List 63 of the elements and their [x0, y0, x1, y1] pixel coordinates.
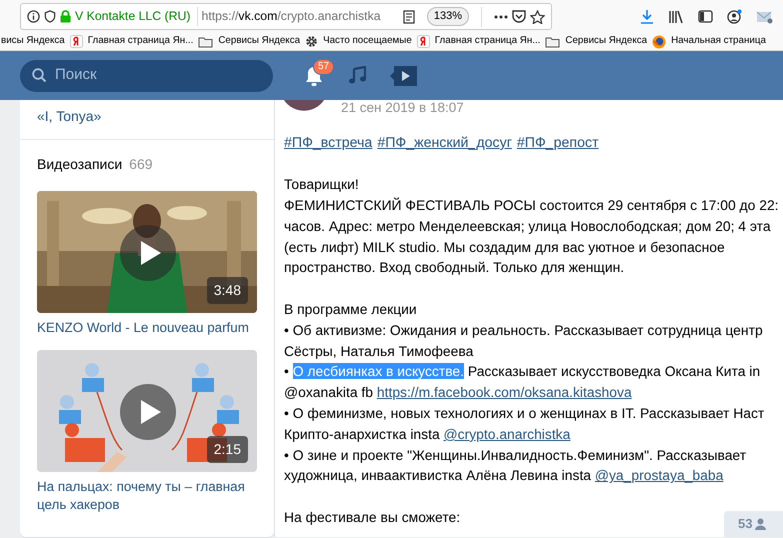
- mail-icon[interactable]: [756, 10, 773, 24]
- post-text-line: @oxanakita fb https://m.facebook.com/oksana.kitashova: [284, 383, 632, 402]
- post-text-line: (есть лифт) MILK studio. Мы создадим для вас уютное и безопасное: [284, 238, 725, 257]
- bookmark-item[interactable]: Главная страница Ян...: [70, 34, 194, 49]
- search-placeholder: Поиск: [55, 65, 97, 86]
- bookmark-item[interactable]: Сервисы Яндекса: [545, 34, 648, 49]
- post-text-line: пространство. Вход свободный. Только для женщин.: [284, 258, 624, 278]
- address-bar[interactable]: V Kontakte LLC (RU) https://vk.com/crypto.anarchistka 133%: [20, 3, 552, 30]
- pocket-icon[interactable]: [512, 10, 526, 23]
- post-text-line: Товарищки!: [284, 175, 359, 194]
- hashtag-link[interactable]: #ПФ_женский_досуг: [377, 133, 512, 154]
- bookmark-item[interactable]: Сервисы Яндекса: [198, 34, 300, 49]
- hashtag-link[interactable]: #ПФ_встреча: [284, 133, 372, 154]
- lock-icon: [60, 10, 71, 23]
- video-play-icon[interactable]: [390, 64, 417, 86]
- post-text-line: Крипто-анархистка insta @crypto.anarchistka: [284, 424, 570, 444]
- video-duration: 3:48: [206, 277, 248, 304]
- sidebar-icon[interactable]: [698, 10, 713, 23]
- play-icon: [141, 400, 161, 424]
- person-icon: [755, 518, 766, 530]
- post-text-line: На фестивале вы сможете:: [284, 508, 460, 528]
- folder-icon: [198, 36, 214, 48]
- notification-count-badge: 57: [313, 58, 334, 74]
- site-identity[interactable]: V Kontakte LLC (RU): [75, 7, 198, 26]
- download-icon[interactable]: [640, 9, 654, 24]
- account-icon[interactable]: [727, 9, 742, 24]
- text-link[interactable]: @ya_prostaya_baba: [594, 467, 724, 484]
- section-title: Видеозаписи: [37, 155, 122, 174]
- play-icon: [141, 241, 161, 265]
- globe-icon: [652, 34, 666, 48]
- bookmark-item[interactable]: Начальная страница: [652, 34, 766, 49]
- more-icon[interactable]: [494, 14, 508, 18]
- text-link[interactable]: https://m.facebook.com/oksana.kitashova: [376, 384, 632, 400]
- video-count: 669: [129, 155, 153, 174]
- zoom-level-button[interactable]: 133%: [426, 7, 469, 26]
- gear-icon: [305, 35, 318, 48]
- hashtag-link[interactable]: #ПФ_репост: [516, 133, 599, 154]
- post-text-line: часов. Адрес: метро Менделеевская; улица Новослободская; дом 20; 4 эта: [284, 216, 771, 236]
- search-icon: [32, 68, 47, 83]
- info-icon[interactable]: [27, 10, 40, 23]
- post-text-line: • О зине и проекте "Женщины.Инвалидность.Феминизм". Рассказывает: [284, 446, 746, 465]
- search-field[interactable]: Поиск: [20, 60, 273, 92]
- bookmark-item[interactable]: висы Яндекса: [1, 34, 65, 49]
- profile-link[interactable]: «I, Tonya»: [37, 108, 102, 124]
- post-text-line: художница, инваактивистка Алёна Левина insta @ya_prostaya_baba: [284, 466, 724, 486]
- post-text-line: • Об активизме: Ожидания и реальность. Рассказывает сотрудница центр: [284, 320, 763, 340]
- video-duration: 2:15: [206, 436, 248, 463]
- star-icon[interactable]: [530, 10, 545, 24]
- post-text-line: ФЕМИНИСТСКИЙ ФЕСТИВАЛЬ РОСЫ состоится 29 сентября с 17:00 до 22:: [284, 196, 779, 216]
- shield-icon[interactable]: [44, 10, 56, 23]
- post-text-line: Сёстры, Наталья Тимофеева: [284, 342, 474, 361]
- text-link[interactable]: @crypto.anarchistka: [444, 426, 570, 442]
- url-text[interactable]: https://vk.com/crypto.anarchistka: [202, 7, 399, 26]
- video-title[interactable]: KENZO World - Le nouveau parfum: [37, 319, 257, 337]
- bookmark-item[interactable]: Часто посещаемые: [305, 34, 412, 49]
- post-text-line: В программе лекции: [284, 300, 417, 320]
- reader-view-icon[interactable]: [402, 10, 415, 24]
- post-text-line: • О феминизме, новых технологиях и о женщинах в IT. Рассказывает Наст: [284, 404, 764, 424]
- video-title[interactable]: На пальцах: почему ты – главная цель хакеров: [37, 478, 257, 514]
- library-icon[interactable]: [668, 10, 684, 24]
- folder-icon: [545, 36, 560, 48]
- post-text-line: • О лесбиянках в искусстве. Рассказывает искусствоведка Оксана Кита in: [284, 362, 760, 382]
- bookmark-item[interactable]: Главная страница Ян...: [416, 34, 540, 49]
